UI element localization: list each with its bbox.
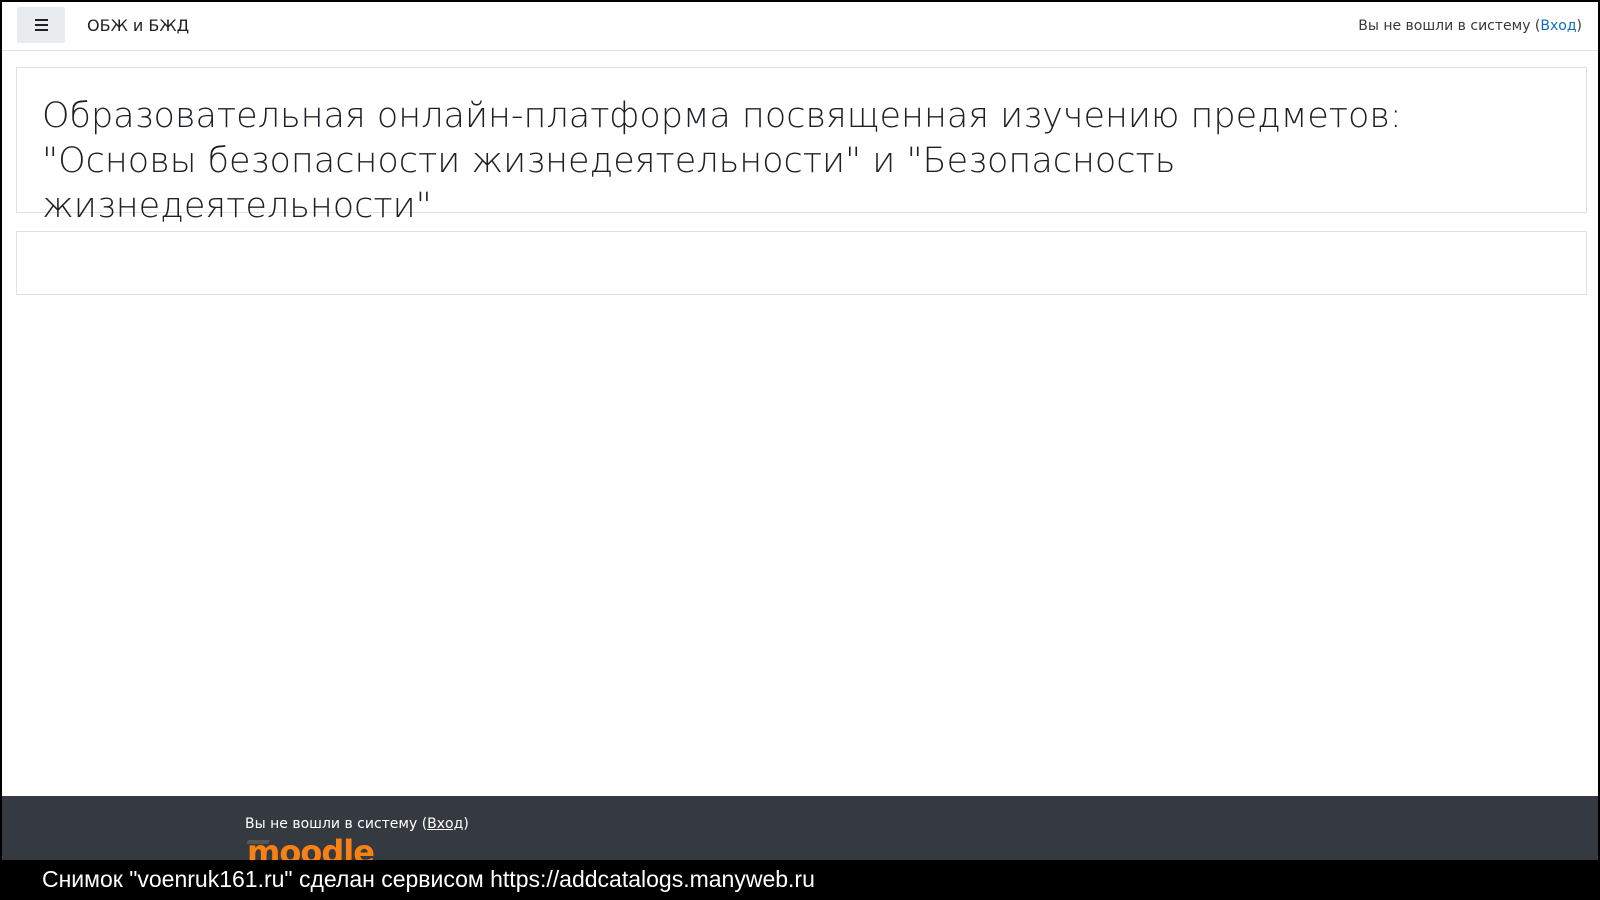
top-navbar: ОБЖ и БЖД Вы не вошли в систему (Вход) <box>2 2 1598 51</box>
navbar-login-info: Вы не вошли в систему (Вход) <box>1358 18 1582 34</box>
navbar-login-close: ) <box>1576 18 1582 34</box>
moodle-hat-icon <box>247 840 270 844</box>
hamburger-menu-button[interactable] <box>17 7 65 43</box>
navbar-login-link[interactable]: Вход <box>1540 18 1576 34</box>
footer-login-text: Вы не вошли в систему ( <box>245 816 428 832</box>
menu-icon-bar <box>35 29 48 31</box>
navbar-login-text: Вы не вошли в систему ( <box>1358 18 1541 34</box>
browser-page: ОБЖ и БЖД Вы не вошли в систему (Вход) О… <box>0 0 1600 900</box>
page-title: Образовательная онлайн-платформа посвяще… <box>42 96 1402 226</box>
screenshot-caption-text: Снимок "voenruk161.ru" сделан сервисом h… <box>42 866 815 892</box>
menu-icon-bar <box>35 24 48 26</box>
footer-login-info: Вы не вошли в систему (Вход) <box>245 816 469 832</box>
footer-login-link[interactable]: Вход <box>427 816 463 832</box>
empty-content-card <box>16 231 1587 295</box>
site-name-link[interactable]: ОБЖ и БЖД <box>87 16 189 35</box>
page-header-card: Образовательная онлайн-платформа посвяще… <box>16 67 1587 226</box>
screenshot-caption-strip: Снимок "voenruk161.ru" сделан сервисом h… <box>2 860 1598 898</box>
menu-icon-bar <box>35 19 48 21</box>
footer-login-close: ) <box>463 816 469 832</box>
